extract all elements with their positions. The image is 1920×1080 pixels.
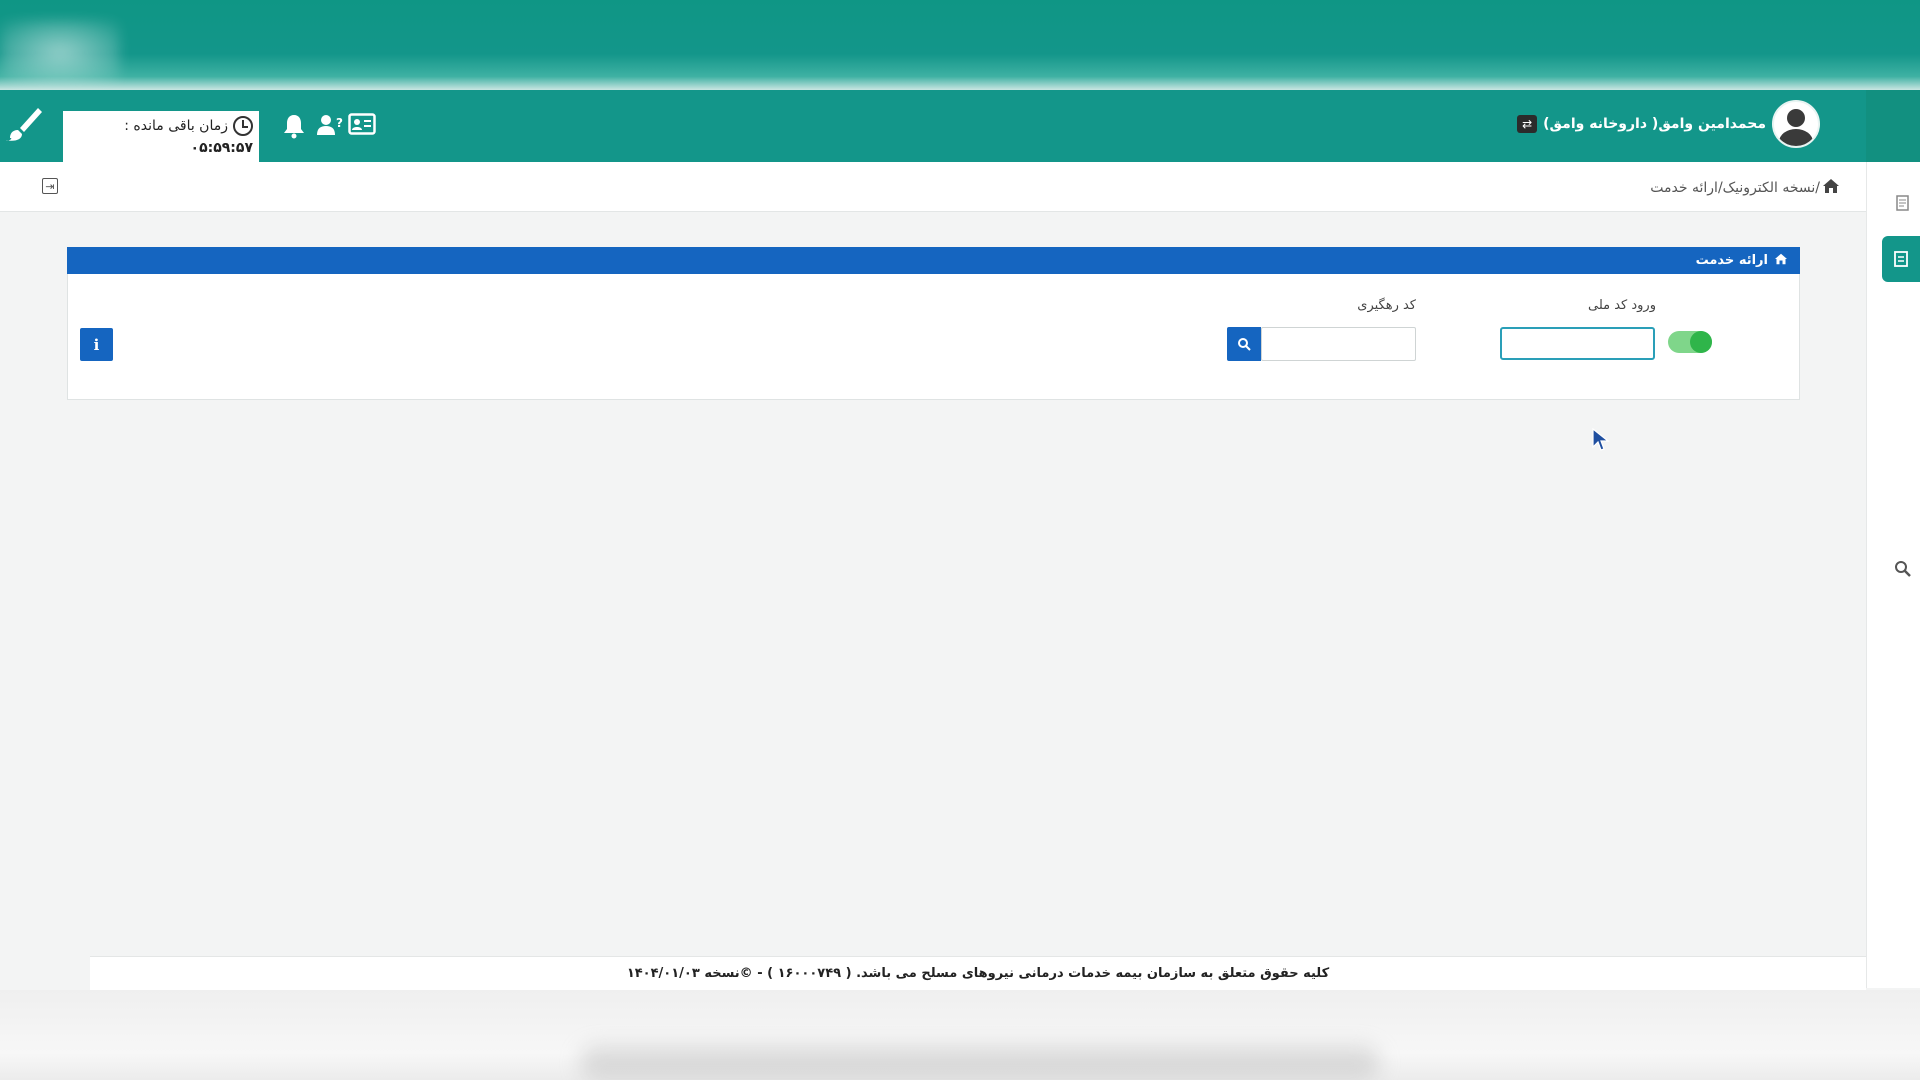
- info-icon: i: [93, 335, 100, 354]
- tracking-code-label: کد رهگیری: [1357, 298, 1416, 313]
- header-right-strip: [1866, 90, 1920, 162]
- home-icon: [1774, 253, 1788, 269]
- panel-title: ارائه خدمت: [1695, 253, 1768, 268]
- svg-text:?: ?: [336, 116, 343, 130]
- timer-value: ۰۵:۵۹:۵۷: [190, 140, 253, 156]
- user-menu[interactable]: محمدامین وامق( داروخانه وامق) ⇄: [1517, 98, 1820, 150]
- blur-strip: [580, 1046, 1380, 1080]
- footer: کلیه حقوق متعلق به سازمان بیمه خدمات درم…: [90, 956, 1866, 990]
- breadcrumb: /نسخه الکترونیک/ارائه خدمت: [1650, 178, 1840, 198]
- national-code-toggle[interactable]: [1668, 331, 1712, 353]
- home-icon[interactable]: [1822, 178, 1840, 198]
- document-icon[interactable]: [1892, 192, 1914, 214]
- clock-icon: [233, 116, 253, 136]
- search-icon: [1238, 338, 1251, 351]
- tracking-code-input[interactable]: [1261, 327, 1416, 361]
- search-button[interactable]: [1227, 327, 1261, 361]
- national-code-label: ورود کد ملی: [1587, 298, 1656, 313]
- user-question-icon[interactable]: ?: [316, 113, 344, 139]
- copyright-text: کلیه حقوق متعلق به سازمان بیمه خدمات درم…: [626, 966, 1330, 981]
- blur-spot: [0, 20, 120, 85]
- breadcrumb-path[interactable]: /نسخه الکترونیک/ارائه خدمت: [1650, 180, 1820, 196]
- top-blur-band: [0, 0, 1920, 90]
- prescription-menu-icon[interactable]: [1882, 236, 1920, 282]
- search-zoom-icon[interactable]: [1892, 558, 1914, 580]
- timer-label: زمان باقی مانده :: [124, 118, 228, 134]
- national-code-input[interactable]: [1500, 327, 1655, 360]
- panel-header: ارائه خدمت: [67, 247, 1800, 274]
- mouse-cursor-icon: [1592, 428, 1610, 451]
- breadcrumb-bar: [0, 162, 1866, 212]
- brush-icon[interactable]: [4, 104, 44, 144]
- collapse-icon[interactable]: ⇥: [42, 178, 58, 194]
- toggle-knob: [1690, 331, 1712, 353]
- info-button[interactable]: i: [80, 328, 113, 361]
- avatar[interactable]: [1772, 100, 1820, 148]
- bottom-blur-band: [0, 990, 1920, 1080]
- bell-icon[interactable]: [282, 113, 310, 139]
- session-timer: زمان باقی مانده : ۰۵:۵۹:۵۷: [63, 111, 259, 163]
- user-name[interactable]: محمدامین وامق( داروخانه وامق): [1543, 116, 1766, 132]
- swap-icon[interactable]: ⇄: [1517, 115, 1538, 133]
- id-card-icon[interactable]: [348, 113, 376, 139]
